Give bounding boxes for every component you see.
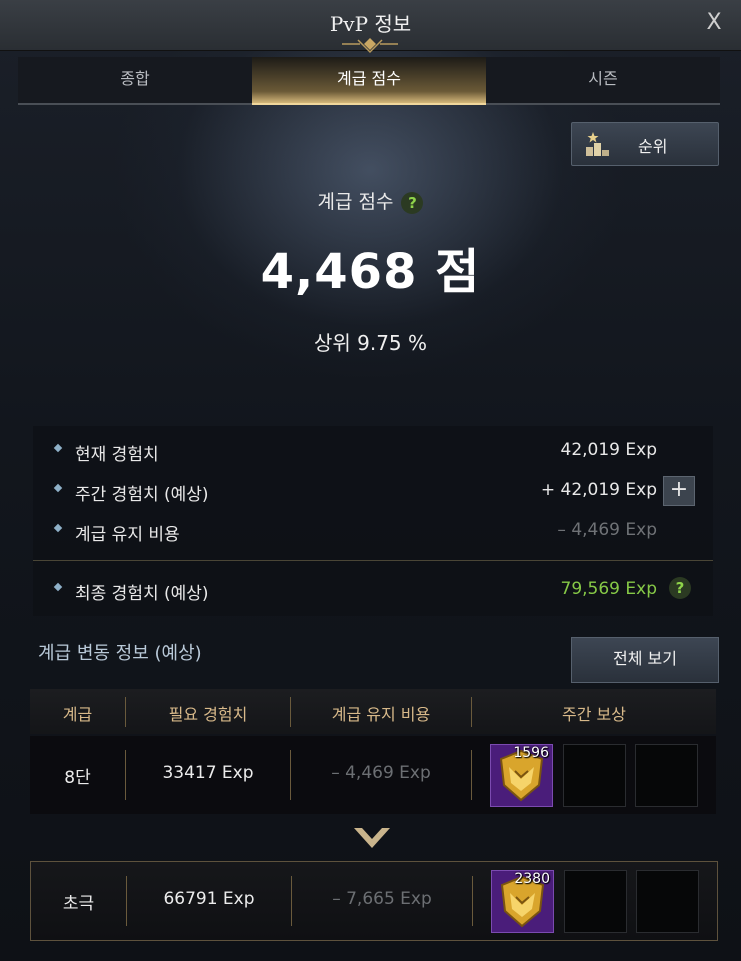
required-exp: 66791 Exp — [163, 889, 255, 909]
title-bar[interactable]: PvP 정보 X — [0, 0, 741, 54]
header-maintenance: 계급 유지 비용 — [331, 705, 431, 724]
score-help-icon[interactable]: ? — [401, 191, 424, 214]
tab-season[interactable]: 시즌 — [486, 57, 720, 103]
maintenance-cost: – 7,665 Exp — [332, 889, 432, 909]
empty-reward-slot — [636, 870, 699, 933]
exp-value: 42,019 Exp — [560, 440, 657, 460]
empty-reward-slot — [635, 744, 698, 807]
exp-label: 최종 경험치 (예상) — [75, 584, 209, 604]
bullet-icon — [53, 483, 63, 493]
reward-slot[interactable]: 1596 — [490, 744, 553, 807]
score-title: 계급 점수 — [317, 191, 394, 213]
maintenance-cost: – 4,469 Exp — [331, 763, 431, 783]
view-all-button[interactable]: 전체 보기 — [571, 637, 719, 683]
tier-section-title: 계급 변동 정보 (예상) — [38, 643, 202, 664]
exp-row-current: 현재 경험치 42,019 Exp — [33, 436, 713, 466]
empty-reward-slot — [564, 870, 627, 933]
column-divider — [471, 750, 472, 800]
ranking-button[interactable]: 순위 — [571, 122, 719, 166]
tab-rank-score[interactable]: 계급 점수 — [252, 57, 486, 105]
final-exp-value: 79,569 Exp — [560, 579, 657, 599]
tier-row: 8단 33417 Exp – 4,469 Exp 1596 — [30, 736, 716, 814]
close-button[interactable]: X — [701, 10, 727, 36]
tier-row-next: 초극 66791 Exp – 7,665 Exp 2380 — [30, 861, 718, 941]
exp-row-maintenance: 계급 유지 비용 – 4,469 Exp — [33, 516, 713, 546]
header-required-exp: 필요 경험치 — [168, 705, 248, 724]
exp-divider — [33, 560, 713, 561]
final-exp-help-icon[interactable]: ? — [669, 577, 691, 599]
ranking-button-label: 순위 — [638, 137, 668, 156]
tier-table-header: 계급 필요 경험치 계급 유지 비용 주간 보상 — [30, 689, 716, 734]
empty-reward-slot — [563, 744, 626, 807]
tab-bar: 종합 계급 점수 시즌 — [18, 57, 720, 105]
percentile-text: 상위 9.75 % — [313, 331, 428, 355]
bullet-icon — [53, 523, 63, 533]
tab-overview[interactable]: 종합 — [18, 57, 252, 103]
exp-row-weekly: 주간 경험치 (예상) + 42,019 Exp + — [33, 476, 713, 506]
exp-row-final: 최종 경험치 (예상) 79,569 Exp ? — [33, 575, 713, 605]
ranking-podium-icon — [586, 132, 609, 156]
exp-value: – 4,469 Exp — [557, 520, 657, 540]
score-header: 계급 점수? — [0, 187, 741, 214]
required-exp: 33417 Exp — [162, 763, 254, 783]
exp-label: 현재 경험치 — [75, 445, 159, 465]
header-tier: 계급 — [62, 705, 93, 724]
reward-count: 1596 — [513, 745, 549, 761]
window-title: PvP 정보 — [329, 12, 412, 36]
pvp-info-window: PvP 정보 X 종합 계급 점수 시즌 순위 계급 점수? 4,468 점 상… — [0, 0, 741, 961]
chevron-down-icon — [354, 828, 390, 848]
column-divider — [472, 876, 473, 926]
bullet-icon — [53, 443, 63, 453]
exp-panel: 현재 경험치 42,019 Exp 주간 경험치 (예상) + 42,019 E… — [33, 426, 713, 616]
tier-name: 8단 — [64, 768, 91, 788]
exp-label: 계급 유지 비용 — [75, 525, 180, 545]
reward-slot[interactable]: 2380 — [491, 870, 554, 933]
reward-count: 2380 — [514, 871, 550, 887]
title-ornament-icon — [342, 38, 398, 54]
exp-value: + 42,019 Exp — [540, 480, 657, 500]
weekly-exp-plus-button[interactable]: + — [663, 476, 695, 506]
tier-name: 초극 — [62, 894, 95, 914]
score-value: 4,468 점 — [260, 244, 481, 300]
header-weekly-reward: 주간 보상 — [562, 705, 626, 724]
exp-label: 주간 경험치 (예상) — [75, 485, 209, 505]
bullet-icon — [53, 582, 63, 592]
